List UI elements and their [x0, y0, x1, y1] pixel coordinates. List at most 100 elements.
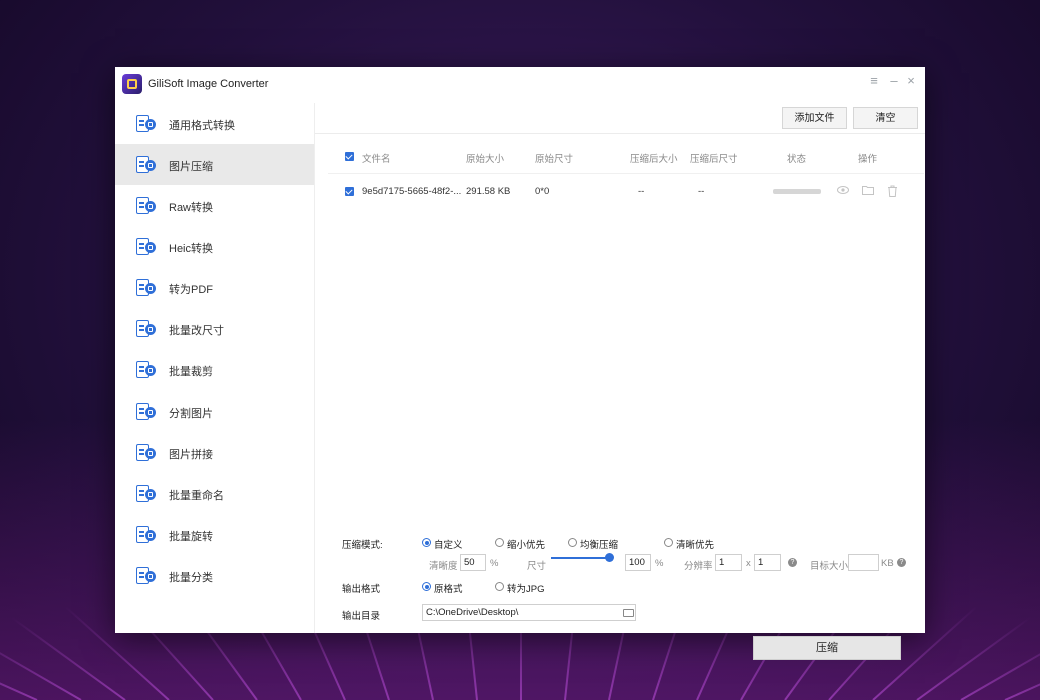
menu-icon[interactable]: ≡	[867, 73, 881, 89]
sidebar-item-format-convert[interactable]: 通用格式转换	[115, 103, 314, 144]
mode-shrink-label[interactable]: 缩小优先	[507, 537, 545, 551]
compress-icon	[136, 156, 156, 173]
format-original-radio[interactable]	[422, 582, 431, 591]
app-title: GiliSoft Image Converter	[148, 78, 269, 90]
header-comp-dim[interactable]: 压缩后尺寸	[690, 151, 738, 165]
resolution-x-input[interactable]: 1	[715, 554, 742, 571]
resolution-separator: x	[746, 558, 751, 569]
row-comp-dim: --	[698, 186, 705, 197]
row-orig-dim: 0*0	[535, 186, 550, 197]
output-format-label: 输出格式	[342, 584, 381, 595]
add-file-button[interactable]: 添加文件	[782, 107, 847, 129]
output-dir-label: 输出目录	[342, 611, 381, 622]
header-comp-size[interactable]: 压缩后大小	[630, 151, 678, 165]
sidebar-item-rename[interactable]: 批量重命名	[115, 473, 314, 514]
sidebar-item-label: 图片压缩	[169, 161, 213, 173]
clear-button[interactable]: 清空	[853, 107, 918, 129]
raw-icon	[136, 197, 156, 214]
header-actions: 操作	[858, 154, 878, 165]
browse-folder-icon[interactable]	[623, 609, 634, 617]
size-unit: %	[655, 558, 664, 569]
sidebar: 通用格式转换 图片压缩 Raw转换 Heic转换 转为PDF 批量改尺寸 批量裁…	[115, 103, 315, 633]
format-jpg-radio[interactable]	[495, 582, 504, 591]
mode-balanced-radio[interactable]	[568, 538, 577, 547]
compress-button[interactable]: 压缩	[753, 636, 901, 660]
heic-icon	[136, 238, 156, 255]
sidebar-item-label: 转为PDF	[169, 284, 213, 296]
convert-icon	[136, 115, 156, 132]
sidebar-item-rotate[interactable]: 批量旋转	[115, 514, 314, 555]
target-size-unit: KB	[881, 558, 894, 569]
mode-custom-radio[interactable]	[422, 538, 431, 547]
size-input[interactable]: 100	[625, 554, 651, 571]
header-orig-size[interactable]: 原始大小	[466, 151, 504, 165]
sidebar-item-classify[interactable]: 批量分类	[115, 555, 314, 596]
clarity-input[interactable]: 50	[460, 554, 486, 571]
sidebar-item-label: 图片拼接	[169, 449, 213, 461]
sidebar-item-label: 分割图片	[169, 408, 213, 420]
mode-custom-label[interactable]: 自定义	[434, 537, 463, 551]
divider	[328, 173, 924, 174]
stitch-icon	[136, 444, 156, 461]
sidebar-item-label: 批量改尺寸	[169, 325, 224, 337]
format-original-label[interactable]: 原格式	[434, 581, 463, 595]
sidebar-item-stitch[interactable]: 图片拼接	[115, 432, 314, 473]
resize-icon	[136, 320, 156, 337]
resolution-help-icon[interactable]: ?	[788, 558, 797, 567]
trash-icon[interactable]	[887, 185, 899, 197]
rename-icon	[136, 485, 156, 502]
format-jpg-label[interactable]: 转为JPG	[507, 581, 544, 595]
close-icon[interactable]: ×	[904, 73, 918, 89]
target-size-label: 目标大小	[810, 561, 849, 572]
minimize-icon[interactable]: –	[887, 73, 901, 89]
classify-icon	[136, 567, 156, 584]
compress-mode-label: 压缩模式:	[342, 540, 383, 551]
mode-balanced-label[interactable]: 均衡压缩	[580, 537, 618, 551]
mode-clarity-label[interactable]: 清晰优先	[676, 537, 714, 551]
row-checkbox[interactable]	[345, 187, 354, 196]
app-window: GiliSoft Image Converter ≡ – × 通用格式转换 图片…	[115, 67, 925, 660]
sidebar-item-compress[interactable]: 图片压缩	[115, 144, 314, 185]
size-slider-handle[interactable]	[605, 553, 614, 562]
sidebar-item-label: Heic转换	[169, 243, 214, 255]
resolution-label: 分辨率	[684, 561, 713, 572]
crop-icon	[136, 361, 156, 378]
divider	[315, 133, 925, 134]
grid-line	[916, 616, 1031, 700]
sidebar-item-label: 批量重命名	[169, 490, 224, 502]
target-size-input[interactable]	[848, 554, 879, 571]
sidebar-item-resize[interactable]: 批量改尺寸	[115, 308, 314, 349]
header-status: 状态	[787, 154, 807, 165]
rotate-icon	[136, 526, 156, 543]
size-label: 尺寸	[527, 561, 547, 572]
folder-icon[interactable]	[862, 185, 874, 196]
header-orig-dim[interactable]: 原始尺寸	[535, 151, 573, 165]
sidebar-item-crop[interactable]: 批量裁剪	[115, 349, 314, 390]
sidebar-item-split[interactable]: 分割图片	[115, 391, 314, 432]
output-dir-input[interactable]: C:\OneDrive\Desktop\	[422, 604, 636, 621]
app-logo-icon	[122, 74, 142, 94]
sidebar-item-pdf[interactable]: 转为PDF	[115, 267, 314, 308]
grid-line	[11, 616, 126, 700]
mode-clarity-radio[interactable]	[664, 538, 673, 547]
main-panel: 添加文件 清空 文件名 原始大小 原始尺寸 压缩后大小 压缩后尺寸 状态 操作 …	[315, 103, 925, 660]
header-filename[interactable]: 文件名	[362, 151, 391, 165]
sidebar-item-label: Raw转换	[169, 202, 214, 214]
eye-icon[interactable]	[837, 185, 849, 196]
target-size-help-icon[interactable]: ?	[897, 558, 906, 567]
clarity-unit: %	[490, 558, 499, 569]
title-bar: GiliSoft Image Converter ≡ – ×	[115, 67, 925, 103]
mode-shrink-radio[interactable]	[495, 538, 504, 547]
resolution-y-input[interactable]: 1	[754, 554, 781, 571]
sidebar-item-label: 通用格式转换	[169, 120, 235, 132]
sidebar-item-heic[interactable]: Heic转换	[115, 226, 314, 267]
split-icon	[136, 403, 156, 420]
pdf-icon	[136, 279, 156, 296]
row-comp-size: --	[638, 186, 645, 197]
size-slider-track[interactable]	[551, 557, 609, 559]
row-filename: 9e5d7175-5665-48f2-...	[362, 186, 462, 197]
sidebar-item-raw[interactable]: Raw转换	[115, 185, 314, 226]
select-all-checkbox[interactable]	[345, 152, 354, 161]
clarity-label: 清晰度	[429, 561, 458, 572]
row-orig-size: 291.58 KB	[466, 186, 511, 197]
